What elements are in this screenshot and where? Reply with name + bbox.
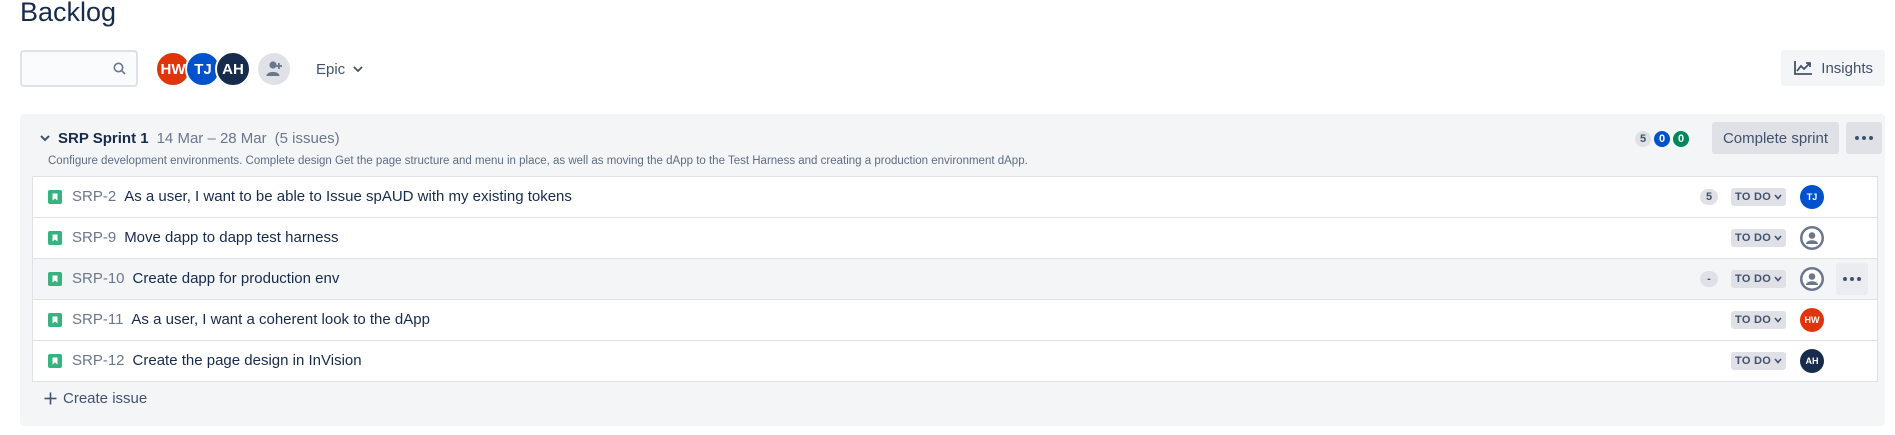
add-people-button[interactable] xyxy=(258,53,290,85)
issue-row[interactable]: SRP-10 Create dapp for production env - T… xyxy=(33,259,1877,300)
story-icon xyxy=(48,272,62,286)
issue-summary: Create dapp for production env xyxy=(132,270,340,287)
chevron-down-icon xyxy=(1774,194,1782,200)
story-icon xyxy=(48,231,62,245)
avatar-ah[interactable]: AH xyxy=(215,51,251,87)
search-icon xyxy=(113,62,126,80)
create-issue-label: Create issue xyxy=(63,390,148,407)
issue-key[interactable]: SRP-11 xyxy=(72,311,123,328)
sprint-name: SRP Sprint 1 xyxy=(58,129,149,147)
story-icon xyxy=(48,313,62,327)
sprint-issue-count: (5 issues) xyxy=(274,129,340,147)
chart-line-icon xyxy=(1794,61,1813,75)
page-title: Backlog xyxy=(20,0,117,27)
status-label: TO DO xyxy=(1735,273,1772,285)
points-in-progress-badge: 0 xyxy=(1654,131,1670,147)
story-icon xyxy=(48,354,62,368)
status-dropdown[interactable]: TO DO xyxy=(1731,311,1787,329)
chevron-down-icon xyxy=(1774,317,1782,323)
points-done-badge: 0 xyxy=(1673,131,1689,147)
epic-filter-label: Epic xyxy=(316,60,346,78)
sprint-header[interactable]: SRP Sprint 1 14 Mar – 28 Mar (5 issues) xyxy=(40,128,340,148)
story-points-badge: 5 xyxy=(1700,189,1718,205)
sprint-dates: 14 Mar – 28 Mar xyxy=(156,129,267,147)
issue-key[interactable]: SRP-12 xyxy=(72,352,125,369)
issue-key[interactable]: SRP-9 xyxy=(72,229,116,246)
chevron-down-icon[interactable] xyxy=(40,134,50,142)
complete-sprint-button[interactable]: Complete sprint xyxy=(1711,122,1839,154)
issue-more-button[interactable] xyxy=(1836,263,1868,295)
issue-row[interactable]: SRP-9 Move dapp to dapp test harness TO D… xyxy=(33,218,1877,259)
insights-label: Insights xyxy=(1821,59,1873,77)
sprint-goal: Configure development environments. Comp… xyxy=(48,155,1028,167)
issue-list: SRP-2 As a user, I want to be able to Iss… xyxy=(32,176,1878,382)
chevron-down-icon xyxy=(353,66,363,73)
person-add-icon xyxy=(266,61,282,76)
plus-icon xyxy=(44,392,57,405)
insights-button[interactable]: Insights xyxy=(1781,50,1885,86)
status-dropdown[interactable]: TO DO xyxy=(1731,229,1787,247)
chevron-down-icon xyxy=(1774,276,1782,282)
issue-row[interactable]: SRP-12 Create the page design in InVision… xyxy=(33,341,1877,381)
backlog-toolbar: HW TJ AH Epic Insights xyxy=(20,50,1885,90)
issue-row[interactable]: SRP-2 As a user, I want to be able to Iss… xyxy=(33,177,1877,218)
status-dropdown[interactable]: TO DO xyxy=(1731,270,1787,288)
issue-row[interactable]: SRP-11 As a user, I want a coherent look … xyxy=(33,300,1877,341)
assignee-avatar[interactable]: HW xyxy=(1800,308,1824,332)
issue-summary: Move dapp to dapp test harness xyxy=(124,229,339,246)
story-points-badge[interactable]: - xyxy=(1700,271,1718,287)
unassigned-avatar-icon[interactable] xyxy=(1800,267,1824,291)
issue-key[interactable]: SRP-10 xyxy=(72,270,125,287)
create-issue-button[interactable]: Create issue xyxy=(44,390,147,407)
more-icon xyxy=(1843,277,1861,281)
status-dropdown[interactable]: TO DO xyxy=(1731,188,1787,206)
search-input[interactable] xyxy=(20,50,138,87)
status-label: TO DO xyxy=(1735,191,1772,203)
story-icon xyxy=(48,190,62,204)
status-dropdown[interactable]: TO DO xyxy=(1731,352,1787,370)
status-label: TO DO xyxy=(1735,232,1772,244)
unassigned-avatar-icon[interactable] xyxy=(1800,226,1824,250)
issue-key[interactable]: SRP-2 xyxy=(72,188,116,205)
assignee-avatar[interactable]: TJ xyxy=(1800,185,1824,209)
status-label: TO DO xyxy=(1735,314,1772,326)
issue-summary: As a user, I want a coherent look to the… xyxy=(131,311,430,328)
issue-summary: As a user, I want to be able to Issue sp… xyxy=(124,188,572,205)
chevron-down-icon xyxy=(1774,235,1782,241)
more-icon xyxy=(1855,136,1873,140)
assignee-avatar[interactable]: AH xyxy=(1800,349,1824,373)
epic-filter[interactable]: Epic xyxy=(316,50,363,88)
sprint-more-button[interactable] xyxy=(1846,122,1882,154)
sprint-container: SRP Sprint 1 14 Mar – 28 Mar (5 issues) … xyxy=(20,114,1885,426)
issue-summary: Create the page design in InVision xyxy=(132,352,362,369)
status-label: TO DO xyxy=(1735,355,1772,367)
points-todo-badge: 5 xyxy=(1635,131,1651,147)
sprint-story-points: 5 0 0 xyxy=(1635,131,1689,147)
chevron-down-icon xyxy=(1774,358,1782,364)
